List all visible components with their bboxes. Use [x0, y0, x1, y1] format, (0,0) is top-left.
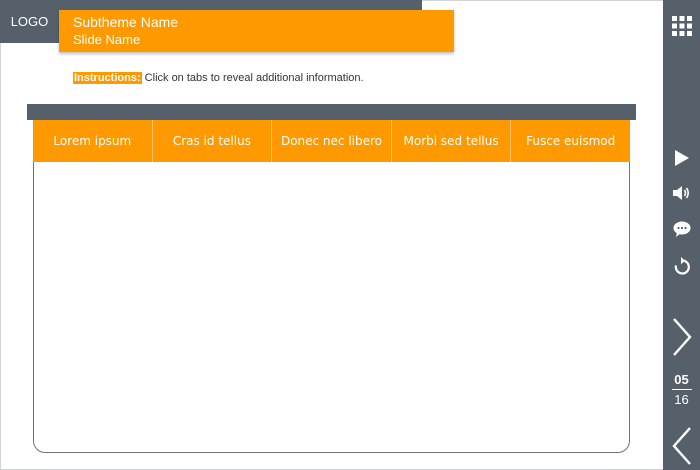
page-divider: [671, 389, 692, 390]
tab-cras-id-tellus[interactable]: Cras id tellus: [153, 120, 273, 162]
tab-panel-header-bar: [27, 104, 636, 120]
tab-content-panel: [33, 120, 630, 453]
tab-lorem-ipsum[interactable]: Lorem ipsum: [33, 120, 153, 162]
tab-bar: Lorem ipsum Cras id tellus Donec nec lib…: [33, 120, 630, 162]
player-sidebar: 05 16: [663, 0, 700, 470]
page-current: 05: [674, 372, 689, 387]
page-counter: 05 16: [663, 372, 700, 408]
tab-fusce-euismod[interactable]: Fusce euismod: [511, 120, 630, 162]
play-icon[interactable]: [663, 148, 700, 168]
subtheme-name: Subtheme Name: [73, 14, 179, 30]
comment-icon[interactable]: [663, 219, 700, 239]
grid-menu-icon[interactable]: [663, 14, 700, 38]
next-arrow-icon[interactable]: [663, 316, 700, 358]
replay-icon[interactable]: [663, 255, 700, 277]
instructions-label: Instructions:: [73, 72, 142, 84]
top-strip: [0, 0, 422, 10]
volume-icon[interactable]: [663, 183, 700, 203]
tab-morbi-sed-tellus[interactable]: Morbi sed tellus: [392, 120, 512, 162]
logo: LOGO: [0, 0, 59, 43]
title-banner: Subtheme Name Slide Name: [59, 10, 454, 52]
instructions-text: Click on tabs to reveal additional infor…: [141, 72, 364, 84]
instructions: Instructions: Click on tabs to reveal ad…: [73, 72, 364, 84]
prev-arrow-icon[interactable]: [663, 425, 700, 467]
page-total: 16: [674, 392, 689, 407]
tab-donec-nec-libero[interactable]: Donec nec libero: [272, 120, 392, 162]
slide-name: Slide Name: [73, 32, 141, 47]
